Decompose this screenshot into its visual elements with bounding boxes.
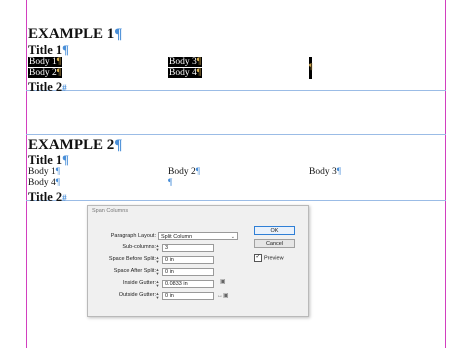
- chevron-down-icon: ⌄: [230, 234, 235, 240]
- outside-gutter-icon: ↔▣: [217, 293, 229, 299]
- example1-empty-column-selection: ¶: [309, 57, 313, 79]
- example1-heading[interactable]: EXAMPLE 1¶: [28, 26, 122, 42]
- paragraph-layout-select[interactable]: Split Column ⌄: [158, 232, 238, 240]
- preview-checkbox[interactable]: ✓: [254, 254, 262, 262]
- subcolumns-label: Sub-columns:: [122, 244, 156, 250]
- example1-body2[interactable]: Body 2¶: [28, 68, 63, 79]
- example1-title2[interactable]: Title 2#: [28, 80, 67, 95]
- inside-gutter-field[interactable]: 0.0833 in: [162, 280, 214, 288]
- example2-title1[interactable]: Title 1¶: [28, 153, 69, 167]
- example2-title2[interactable]: Title 2#: [28, 190, 67, 205]
- space-before-label: Space Before Split:: [108, 256, 156, 262]
- preview-label: Preview: [264, 255, 284, 262]
- example1-title1[interactable]: Title 1¶: [28, 43, 69, 57]
- space-after-label: Space After Split:: [113, 268, 156, 274]
- example2-body3[interactable]: Body 3¶: [309, 167, 341, 178]
- example2-body2[interactable]: Body 2¶: [168, 167, 200, 178]
- inside-gutter-icon: ▣: [220, 279, 226, 285]
- subcolumns-stepper-icon[interactable]: ▲ ▼: [155, 244, 160, 252]
- paragraph-layout-label: Paragraph Layout:: [110, 233, 156, 239]
- inside-gutter-stepper-icon[interactable]: ▲ ▼: [155, 280, 160, 288]
- example2-body1[interactable]: Body 1¶: [28, 167, 60, 178]
- outside-gutter-label: Outside Gutter:: [118, 292, 156, 298]
- example2-empty-paragraph[interactable]: ¶: [168, 178, 172, 189]
- ok-button[interactable]: OK: [254, 226, 295, 235]
- example1-body3[interactable]: Body 3¶: [168, 57, 203, 68]
- dialog-title: Span Columns: [92, 208, 129, 214]
- cancel-button[interactable]: Cancel: [254, 239, 295, 248]
- span-columns-dialog: Span Columns Paragraph Layout: Split Col…: [87, 205, 309, 317]
- paragraph-layout-value: Split Column: [161, 234, 193, 240]
- column-guide-top: [26, 90, 446, 91]
- subcolumns-field[interactable]: 3: [162, 244, 214, 252]
- outside-gutter-stepper-icon[interactable]: ▲ ▼: [155, 292, 160, 300]
- outside-gutter-field[interactable]: 0 in: [162, 292, 214, 300]
- empty-column-pilcrow: ¶: [309, 62, 313, 71]
- column-guide-mid: [26, 134, 446, 135]
- left-margin-guide: [26, 0, 27, 348]
- preview-option[interactable]: ✓ Preview: [254, 254, 284, 262]
- example2-heading[interactable]: EXAMPLE 2¶: [28, 137, 122, 153]
- space-before-field[interactable]: 0 in: [162, 256, 214, 264]
- example2-body4[interactable]: Body 4¶: [28, 178, 60, 189]
- example1-body4[interactable]: Body 4¶: [168, 68, 203, 79]
- right-margin-guide: [445, 0, 446, 348]
- space-before-stepper-icon[interactable]: ▲ ▼: [155, 256, 160, 264]
- inside-gutter-label: Inside Gutter:: [122, 280, 156, 286]
- example1-body1[interactable]: Body 1¶: [28, 57, 63, 68]
- space-after-stepper-icon[interactable]: ▲ ▼: [155, 268, 160, 276]
- space-after-field[interactable]: 0 in: [162, 268, 214, 276]
- column-guide-bottom: [26, 200, 446, 201]
